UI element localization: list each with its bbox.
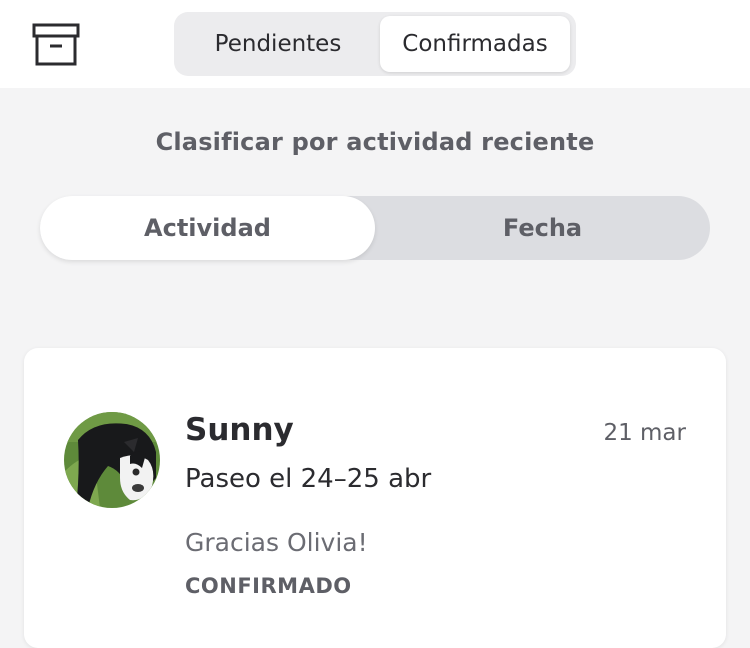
tab-confirmadas[interactable]: Confirmadas [380,16,570,72]
pet-name: Sunny [185,412,294,448]
booking-card[interactable]: Sunny 21 mar Paseo el 24–25 abr Gracias … [24,348,726,648]
booking-date: 21 mar [603,420,686,446]
sort-label: Clasificar por actividad reciente [155,128,595,156]
last-message: Gracias Olivia! [185,528,368,557]
booking-status-tabs: Pendientes Confirmadas [174,12,576,76]
tab-pendientes[interactable]: Pendientes [180,16,376,72]
archive-icon[interactable] [30,22,82,68]
status-badge: CONFIRMADO [185,574,352,598]
sort-option-actividad[interactable]: Actividad [40,196,375,260]
sort-toggle: Actividad Fecha [40,196,710,260]
service-description: Paseo el 24–25 abr [185,464,432,494]
top-bar: Pendientes Confirmadas [0,0,750,88]
pet-avatar [64,412,160,508]
sort-option-fecha[interactable]: Fecha [375,196,710,260]
